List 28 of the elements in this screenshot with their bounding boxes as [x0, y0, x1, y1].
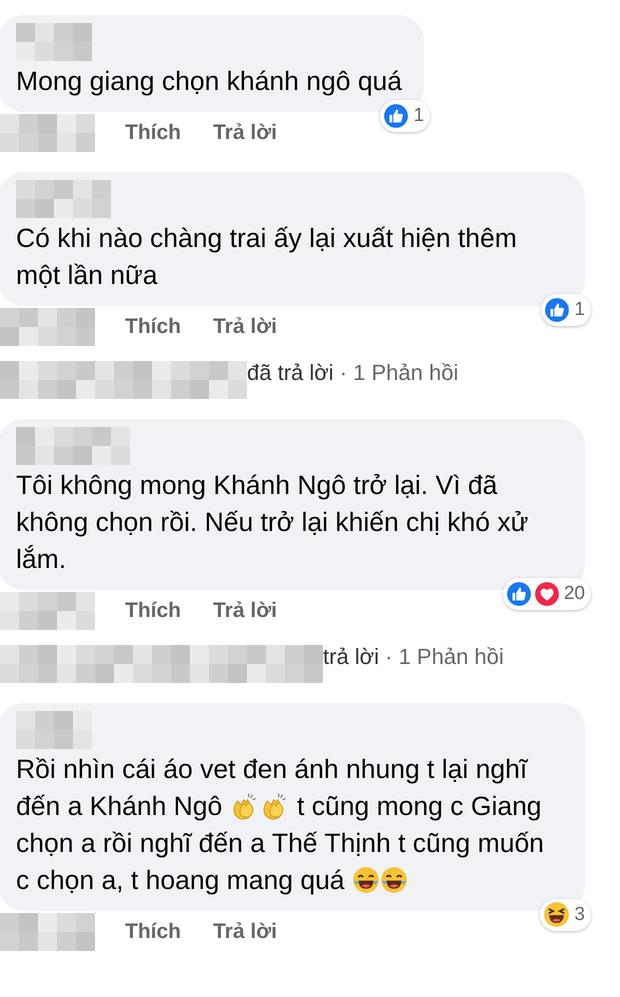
replies-link[interactable]: đã trả lời · 1 Phản hồi [247, 356, 458, 389]
reaction-badge[interactable]: 3 [540, 898, 591, 931]
reaction-count: 3 [574, 902, 585, 926]
like-link[interactable]: Thích [125, 595, 181, 627]
tears-of-joy-icon [380, 866, 408, 894]
comment-text: Tôi không mong Khánh Ngô trở lại. Vì đã không chọn rồi. Nếu trở lại khiến chị khó xử lắm. [16, 469, 530, 576]
comment-text: Rồi nhìn cái áo vet đen ánh nhung t lại nghĩ đến a Khánh Ngô t cũng mong c Giang chọn a rồi nghĩ đến a Thế Thịnh t cũng muốn c chọn a, t hoang mang quá [16, 753, 545, 897]
tears-of-joy-icon [352, 866, 380, 894]
reaction-badge[interactable]: 1 [380, 100, 430, 132]
reaction-badge[interactable]: 1 [541, 294, 591, 326]
reaction-badge[interactable]: 20 [502, 578, 591, 610]
reaction-count: 1 [574, 298, 585, 322]
reaction-count: 20 [564, 582, 585, 606]
thumbs-up-icon [544, 296, 570, 323]
like-link[interactable]: Thích [125, 916, 181, 948]
reply-link[interactable]: Trả lời [213, 311, 277, 343]
reply-link[interactable]: Trả lời [213, 595, 277, 627]
laughing-face-icon [543, 901, 570, 928]
like-link[interactable]: Thích [125, 117, 181, 149]
comment-text: Mong giang chọn khánh ngô quá [16, 65, 402, 98]
like-link[interactable]: Thích [125, 311, 181, 343]
thumbs-up-icon [506, 580, 532, 607]
replies-link[interactable]: trả lời · 1 Phản hồi [323, 640, 504, 673]
comment-text: Có khi nào chàng trai ấy lại xuất hiện thêm một lần nữa [16, 222, 518, 292]
reaction-count: 1 [413, 104, 424, 128]
thumbs-up-icon [383, 102, 410, 129]
reply-link[interactable]: Trả lời [213, 117, 277, 149]
reply-link[interactable]: Trả lời [213, 916, 277, 948]
